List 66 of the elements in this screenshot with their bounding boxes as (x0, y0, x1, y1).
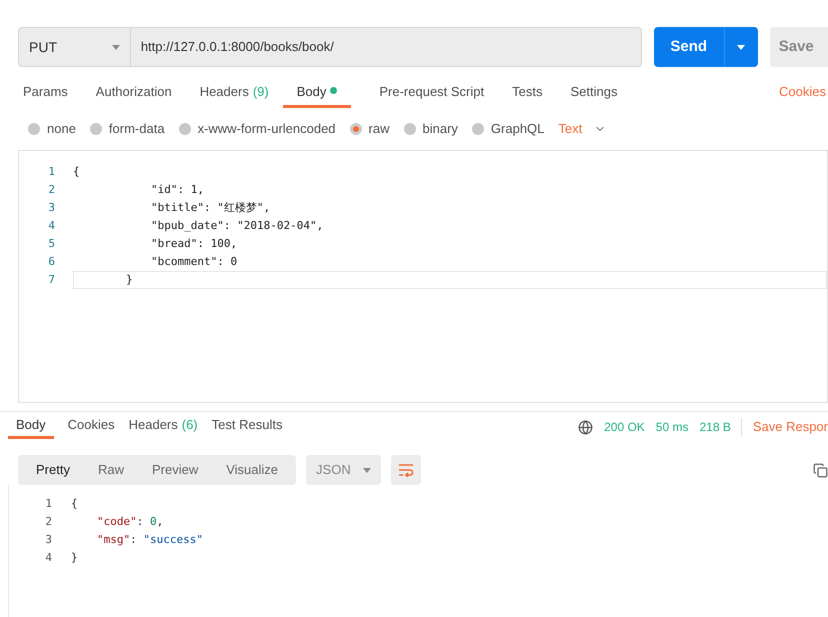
response-size: 218 B (699, 418, 742, 436)
response-tab[interactable]: Cookies (68, 415, 115, 439)
code-line: "bread": 100, (151, 236, 238, 252)
globe-icon (578, 420, 594, 434)
copy-icon[interactable] (813, 462, 828, 478)
view-mode-option[interactable]: Preview (142, 460, 208, 480)
status-code: 200 OK (604, 419, 645, 436)
request-tab[interactable]: Authorization (96, 82, 172, 108)
send-button[interactable]: Send (654, 27, 724, 67)
request-tab[interactable]: Body (282, 82, 352, 108)
radio-button[interactable] (404, 123, 416, 135)
response-time: 50 ms (656, 419, 688, 436)
request-tab[interactable]: Params (23, 82, 68, 108)
radio-button[interactable] (350, 123, 362, 135)
line-number: 2 (47, 182, 55, 198)
code-line: "btitle": "红楼梦", (151, 200, 270, 216)
request-tab[interactable]: Settings (570, 82, 618, 108)
method-dropdown[interactable]: PUT (18, 27, 131, 67)
radio-button[interactable] (28, 123, 40, 135)
code-line: "code": 0, (97, 514, 164, 530)
caret-icon (112, 44, 120, 50)
code-line: "id": 1, (151, 182, 204, 198)
line-number: 1 (44, 496, 52, 512)
send-options-button[interactable] (724, 27, 758, 67)
header-count: (6) (182, 416, 198, 434)
wrap-lines-button[interactable] (390, 455, 421, 485)
request-tab[interactable]: Tests (512, 82, 542, 108)
line-number: 7 (47, 272, 55, 288)
radio-button[interactable] (178, 123, 191, 135)
header-count: (9) (252, 83, 269, 101)
code-line: } (71, 550, 78, 566)
code-line: { (71, 496, 78, 512)
code-line: "bpub_date": "2018-02-04", (151, 218, 324, 234)
caret-icon (362, 468, 371, 472)
radio-label: binary (422, 120, 458, 138)
radio-label: none (47, 120, 76, 138)
line-number: 3 (47, 200, 55, 216)
wrap-lines-icon (398, 463, 414, 477)
line-number: 4 (47, 218, 55, 234)
radio-label: form-data (108, 120, 165, 138)
request-tab[interactable]: Pre-request Script (379, 82, 484, 108)
radio-button[interactable] (90, 123, 102, 135)
response-tab[interactable]: Body (8, 415, 54, 439)
radio-label: raw (368, 120, 390, 138)
radio-label: x-www-form-urlencoded (198, 120, 336, 138)
url-field[interactable]: http://127.0.0.1:8000/books/book/ (130, 27, 642, 67)
code-line: "bcomment": 0 (151, 254, 238, 270)
radio-label: GraphQL (490, 120, 544, 138)
view-mode-option[interactable]: Pretty (26, 460, 80, 480)
caret-icon (737, 44, 746, 50)
view-mode-option[interactable]: Visualize (216, 460, 288, 480)
response-tab[interactable]: Headers (6) (128, 415, 198, 439)
line-number: 1 (47, 164, 55, 180)
view-mode-option[interactable]: Raw (88, 460, 134, 480)
code-editor[interactable]: 1 { 2 "id": 1, 3 "btitle": "红楼梦", 4 "bpub_date": "2018-02-04", 5 "bread": 100, 6 "bcomment": 0 7 } (18, 150, 828, 403)
code-line: } (126, 272, 133, 288)
line-number: 3 (44, 532, 52, 548)
line-number: 5 (47, 236, 55, 252)
response-tab[interactable]: Test Results (212, 415, 282, 439)
line-number: 6 (47, 254, 55, 270)
line-number: 4 (44, 550, 52, 566)
code-line: "msg": "success" (97, 532, 203, 548)
radio-button[interactable] (472, 123, 484, 135)
line-number: 2 (44, 514, 52, 530)
code-line: { (73, 164, 80, 180)
request-tab[interactable]: Headers (9) (200, 82, 269, 108)
